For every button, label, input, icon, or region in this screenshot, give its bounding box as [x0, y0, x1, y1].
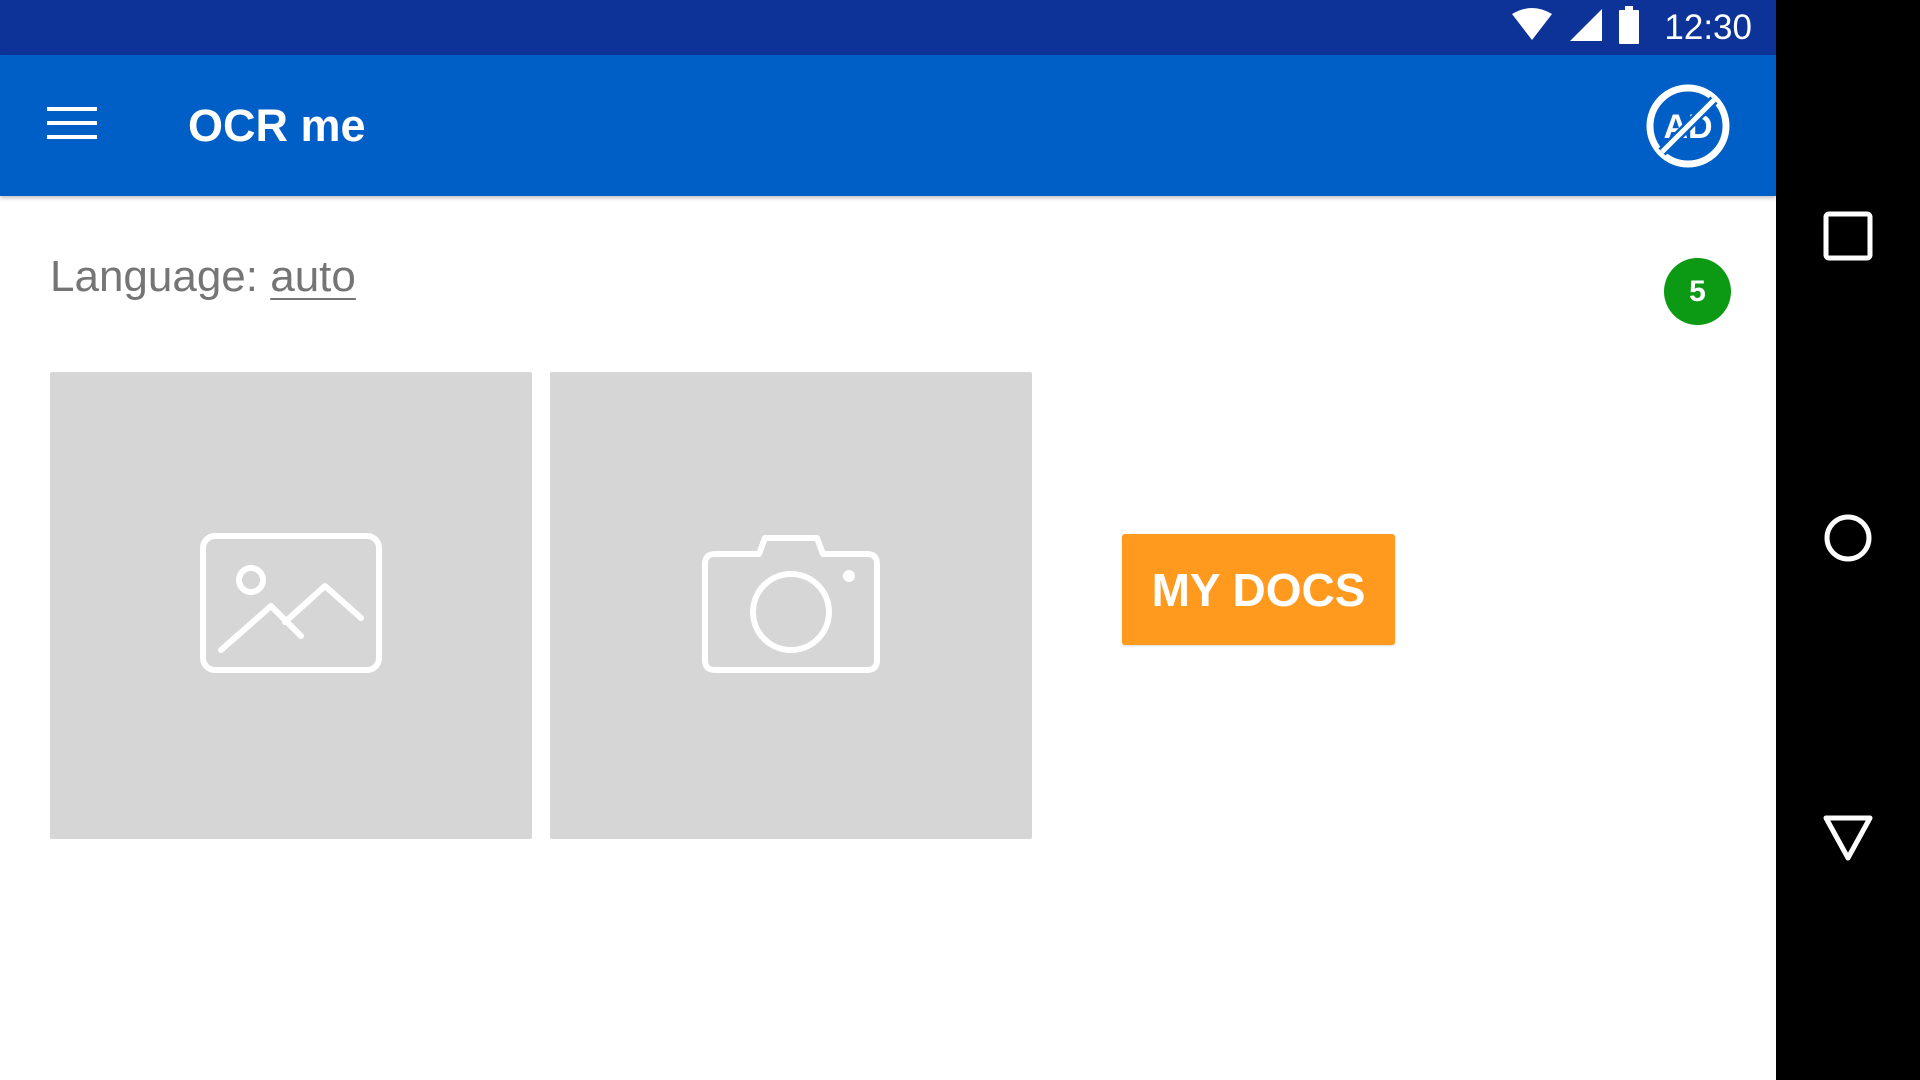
no-ads-icon: AD	[1646, 84, 1730, 168]
navigation-bar	[1776, 0, 1920, 1080]
language-selector: Language: auto	[50, 252, 356, 302]
battery-icon	[1618, 6, 1640, 49]
menu-button[interactable]	[36, 95, 108, 155]
language-label: Language:	[50, 252, 271, 301]
app-bar: OCR me AD	[0, 55, 1776, 196]
no-ads-button[interactable]: AD	[1645, 83, 1731, 169]
back-button[interactable]	[1776, 780, 1920, 900]
my-docs-button[interactable]: MY DOCS	[1122, 534, 1395, 645]
wifi-icon	[1510, 8, 1554, 47]
home-icon	[1822, 512, 1874, 569]
recents-icon	[1823, 211, 1873, 266]
status-time: 12:30	[1664, 7, 1752, 47]
signal-icon	[1568, 7, 1604, 48]
home-button[interactable]	[1776, 480, 1920, 600]
status-icons: 12:30	[1510, 0, 1752, 55]
document-count-badge: 5	[1664, 258, 1731, 325]
gallery-tile[interactable]	[50, 372, 532, 839]
recents-button[interactable]	[1776, 178, 1920, 298]
app-screen: 12:30 OCR me AD Language: auto 5	[0, 0, 1776, 1080]
hamburger-menu-icon	[47, 105, 97, 146]
camera-tile[interactable]	[550, 372, 1032, 839]
status-bar: 12:30	[0, 0, 1776, 55]
back-icon	[1822, 814, 1874, 867]
image-icon	[199, 532, 383, 679]
camera-icon	[701, 532, 881, 679]
language-value-link[interactable]: auto	[270, 252, 356, 301]
app-title: OCR me	[188, 100, 366, 151]
